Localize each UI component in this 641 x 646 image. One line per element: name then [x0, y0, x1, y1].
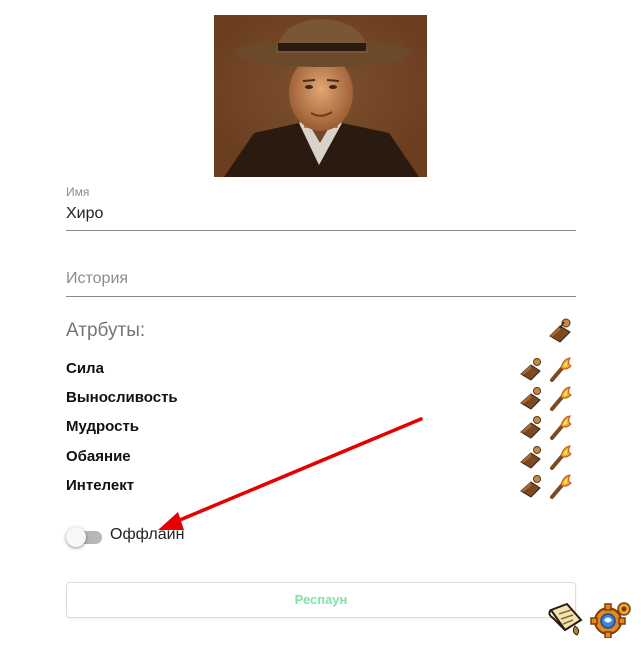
- respawn-button[interactable]: Респаун: [66, 582, 576, 618]
- torch-icon[interactable]: [548, 444, 574, 470]
- attribute-label: Мудрость: [66, 418, 140, 435]
- toggle-thumb: [66, 527, 86, 547]
- torch-icon[interactable]: [548, 385, 574, 411]
- torch-icon[interactable]: [548, 414, 574, 440]
- attribute-label: Выносливость: [66, 389, 178, 406]
- attribute-row-charisma: Обаяние: [66, 444, 576, 470]
- attribute-label: Интелект: [66, 477, 135, 494]
- history-field[interactable]: История: [66, 262, 576, 297]
- attribute-label: Обаяние: [66, 448, 131, 465]
- name-field[interactable]: Имя Хиро: [66, 183, 576, 231]
- spellbook-icon[interactable]: [518, 473, 544, 499]
- attribute-row-strength: Сила: [66, 356, 576, 382]
- online-toggle[interactable]: [66, 527, 104, 547]
- torch-icon[interactable]: [548, 356, 574, 382]
- spellbook-icon[interactable]: [518, 356, 544, 382]
- history-field-placeholder: История: [66, 270, 129, 287]
- attribute-row-intellect: Интелект: [66, 473, 576, 499]
- spellbook-icon[interactable]: [518, 444, 544, 470]
- spellbook-icon[interactable]: [518, 414, 544, 440]
- respawn-button-label: Респаун: [294, 592, 348, 607]
- gear-icon[interactable]: [590, 600, 632, 639]
- attribute-row-wisdom: Мудрость: [66, 414, 576, 440]
- torch-icon[interactable]: [548, 473, 574, 499]
- online-status-label: Оффлайн: [110, 526, 185, 543]
- attribute-label: Сила: [66, 360, 104, 377]
- scroll-icon[interactable]: [545, 600, 587, 638]
- attributes-title: Атрбуты:: [66, 320, 146, 341]
- name-field-label: Имя: [66, 185, 90, 199]
- character-portrait: [214, 15, 427, 177]
- attribute-row-endurance: Выносливость: [66, 385, 576, 411]
- spellbook-icon[interactable]: [518, 385, 544, 411]
- spellbook-icon[interactable]: [546, 316, 574, 344]
- name-field-value[interactable]: Хиро: [66, 205, 103, 223]
